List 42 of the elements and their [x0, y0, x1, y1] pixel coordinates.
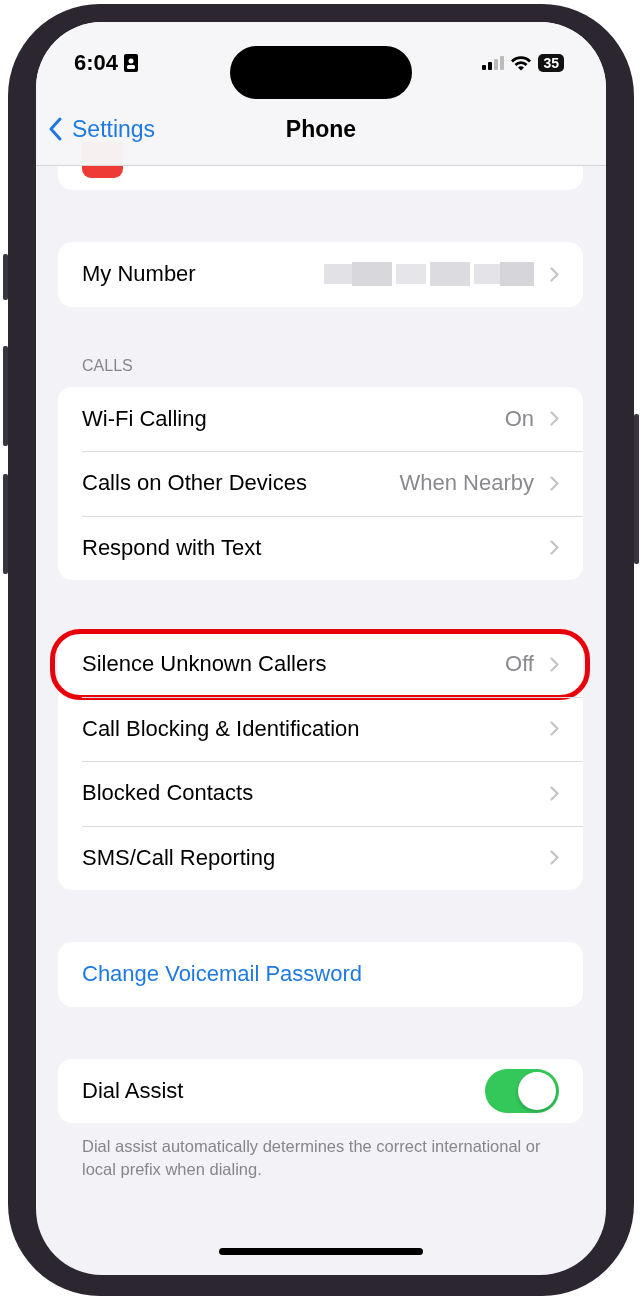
chevron-left-icon [48, 117, 62, 141]
battery-indicator: 35 [538, 54, 564, 72]
settings-row[interactable]: Silence Unknown Callers Off [58, 632, 583, 697]
status-time: 6:04 [74, 50, 119, 76]
row-label: Call Blocking & Identification [82, 715, 360, 742]
row-label: Dial Assist [82, 1077, 184, 1104]
row-label: Change Voicemail Password [82, 961, 363, 988]
settings-row[interactable]: Wi-Fi Calling On [58, 386, 583, 451]
chevron-right-icon [550, 266, 559, 282]
row-value: Off [505, 651, 534, 678]
toggle-switch[interactable] [485, 1068, 559, 1113]
chevron-right-icon [550, 540, 559, 556]
row-label: Silence Unknown Callers [82, 651, 327, 678]
row-value: On [504, 405, 534, 432]
back-button[interactable]: Settings [36, 115, 156, 143]
row-label: Calls on Other Devices [82, 470, 307, 497]
row-value: When Nearby [399, 470, 534, 497]
chevron-right-icon [550, 656, 559, 672]
settings-row[interactable]: Change Voicemail Password [58, 942, 583, 1007]
id-card-icon [124, 54, 139, 72]
chevron-right-icon [550, 721, 559, 737]
settings-row[interactable]: Calls on Other Devices When Nearby [58, 451, 583, 516]
chevron-right-icon [550, 785, 559, 801]
section-header: CALLS [81, 356, 134, 376]
wifi-icon [510, 55, 533, 71]
settings-row[interactable]: Dial Assist [58, 1058, 583, 1123]
page-title: Phone [284, 115, 358, 143]
row-label: Respond with Text [82, 534, 262, 561]
row-label: Wi-Fi Calling [82, 405, 207, 432]
row-label: SMS/Call Reporting [82, 844, 276, 871]
row-label: My Number [82, 261, 196, 288]
footer-note: Dial assist automatically determines the correct international or local prefix when dialing. [81, 1136, 542, 1180]
settings-row[interactable]: Call Blocking & Identification [58, 696, 583, 761]
row-label: Blocked Contacts [82, 780, 254, 807]
settings-row[interactable]: Blocked Contacts [58, 761, 583, 826]
chevron-right-icon [550, 475, 559, 491]
settings-row[interactable]: My Number [58, 242, 583, 307]
settings-row[interactable]: Respond with Text [58, 515, 583, 580]
settings-row[interactable]: SMS/Call Reporting [58, 825, 583, 890]
chevron-right-icon [550, 411, 559, 427]
signal-icon [482, 56, 505, 70]
chevron-right-icon [550, 850, 559, 866]
